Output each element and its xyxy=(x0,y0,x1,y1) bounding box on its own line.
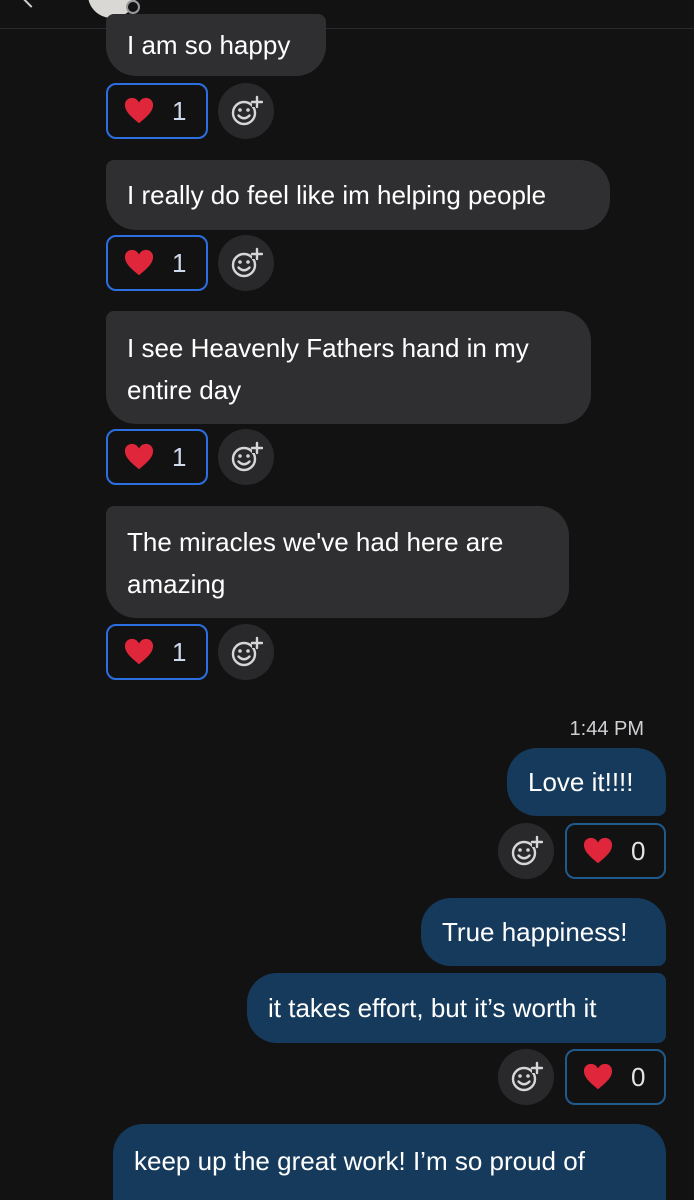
outgoing-message[interactable]: Love it!!!! xyxy=(507,748,666,816)
outgoing-message[interactable]: keep up the great work! I’m so proud of xyxy=(113,1124,666,1200)
add-reaction-icon xyxy=(231,95,263,126)
message-text: True happiness! xyxy=(442,917,628,947)
add-reaction-button[interactable] xyxy=(498,823,554,879)
reaction-chip[interactable]: 1 xyxy=(106,429,208,485)
add-reaction-button[interactable] xyxy=(218,429,274,485)
add-reaction-icon xyxy=(231,441,263,472)
add-reaction-icon xyxy=(511,835,543,866)
add-reaction-icon xyxy=(231,247,263,278)
heart-icon xyxy=(583,836,613,866)
message-text: The miracles we've had here are amazing xyxy=(127,527,504,599)
add-reaction-icon xyxy=(511,1061,543,1092)
add-reaction-button[interactable] xyxy=(218,83,274,139)
heart-icon xyxy=(583,1062,613,1092)
reaction-chip[interactable]: 0 xyxy=(565,1049,666,1105)
reaction-count: 0 xyxy=(631,835,646,866)
reaction-chip[interactable]: 1 xyxy=(106,235,208,291)
add-reaction-button[interactable] xyxy=(218,624,274,680)
reaction-chip[interactable]: 0 xyxy=(565,823,666,879)
heart-icon xyxy=(124,442,154,472)
outgoing-message[interactable]: it takes effort, but it’s worth it xyxy=(247,973,666,1043)
reaction-count: 1 xyxy=(172,95,187,126)
message-timestamp: 1:44 PM xyxy=(569,718,644,740)
incoming-message[interactable]: I really do feel like im helping people xyxy=(106,160,610,230)
reaction-count: 0 xyxy=(631,1061,646,1092)
message-text: I am so happy xyxy=(127,30,291,60)
add-reaction-button[interactable] xyxy=(498,1049,554,1105)
message-text: I really do feel like im helping people xyxy=(127,180,547,210)
back-icon[interactable] xyxy=(18,0,44,8)
status-dot xyxy=(126,0,140,14)
add-reaction-button[interactable] xyxy=(218,235,274,291)
incoming-message[interactable]: The miracles we've had here are amazing xyxy=(106,506,569,618)
message-text: keep up the great work! I’m so proud of xyxy=(134,1146,585,1176)
message-text: I see Heavenly Fathers hand in my entire… xyxy=(127,333,529,405)
incoming-message[interactable]: I see Heavenly Fathers hand in my entire… xyxy=(106,311,591,424)
reaction-count: 1 xyxy=(172,247,187,278)
reaction-chip[interactable]: 1 xyxy=(106,624,208,680)
heart-icon xyxy=(124,637,154,667)
incoming-message[interactable]: I am so happy xyxy=(106,14,326,76)
reaction-count: 1 xyxy=(172,441,187,472)
add-reaction-icon xyxy=(231,636,263,667)
outgoing-message[interactable]: True happiness! xyxy=(421,898,666,966)
heart-icon xyxy=(124,248,154,278)
message-text: it takes effort, but it’s worth it xyxy=(268,993,597,1023)
message-text: Love it!!!! xyxy=(528,767,634,797)
heart-icon xyxy=(124,96,154,126)
chat-header xyxy=(0,0,694,29)
reaction-chip[interactable]: 1 xyxy=(106,83,208,139)
reaction-count: 1 xyxy=(172,636,187,667)
